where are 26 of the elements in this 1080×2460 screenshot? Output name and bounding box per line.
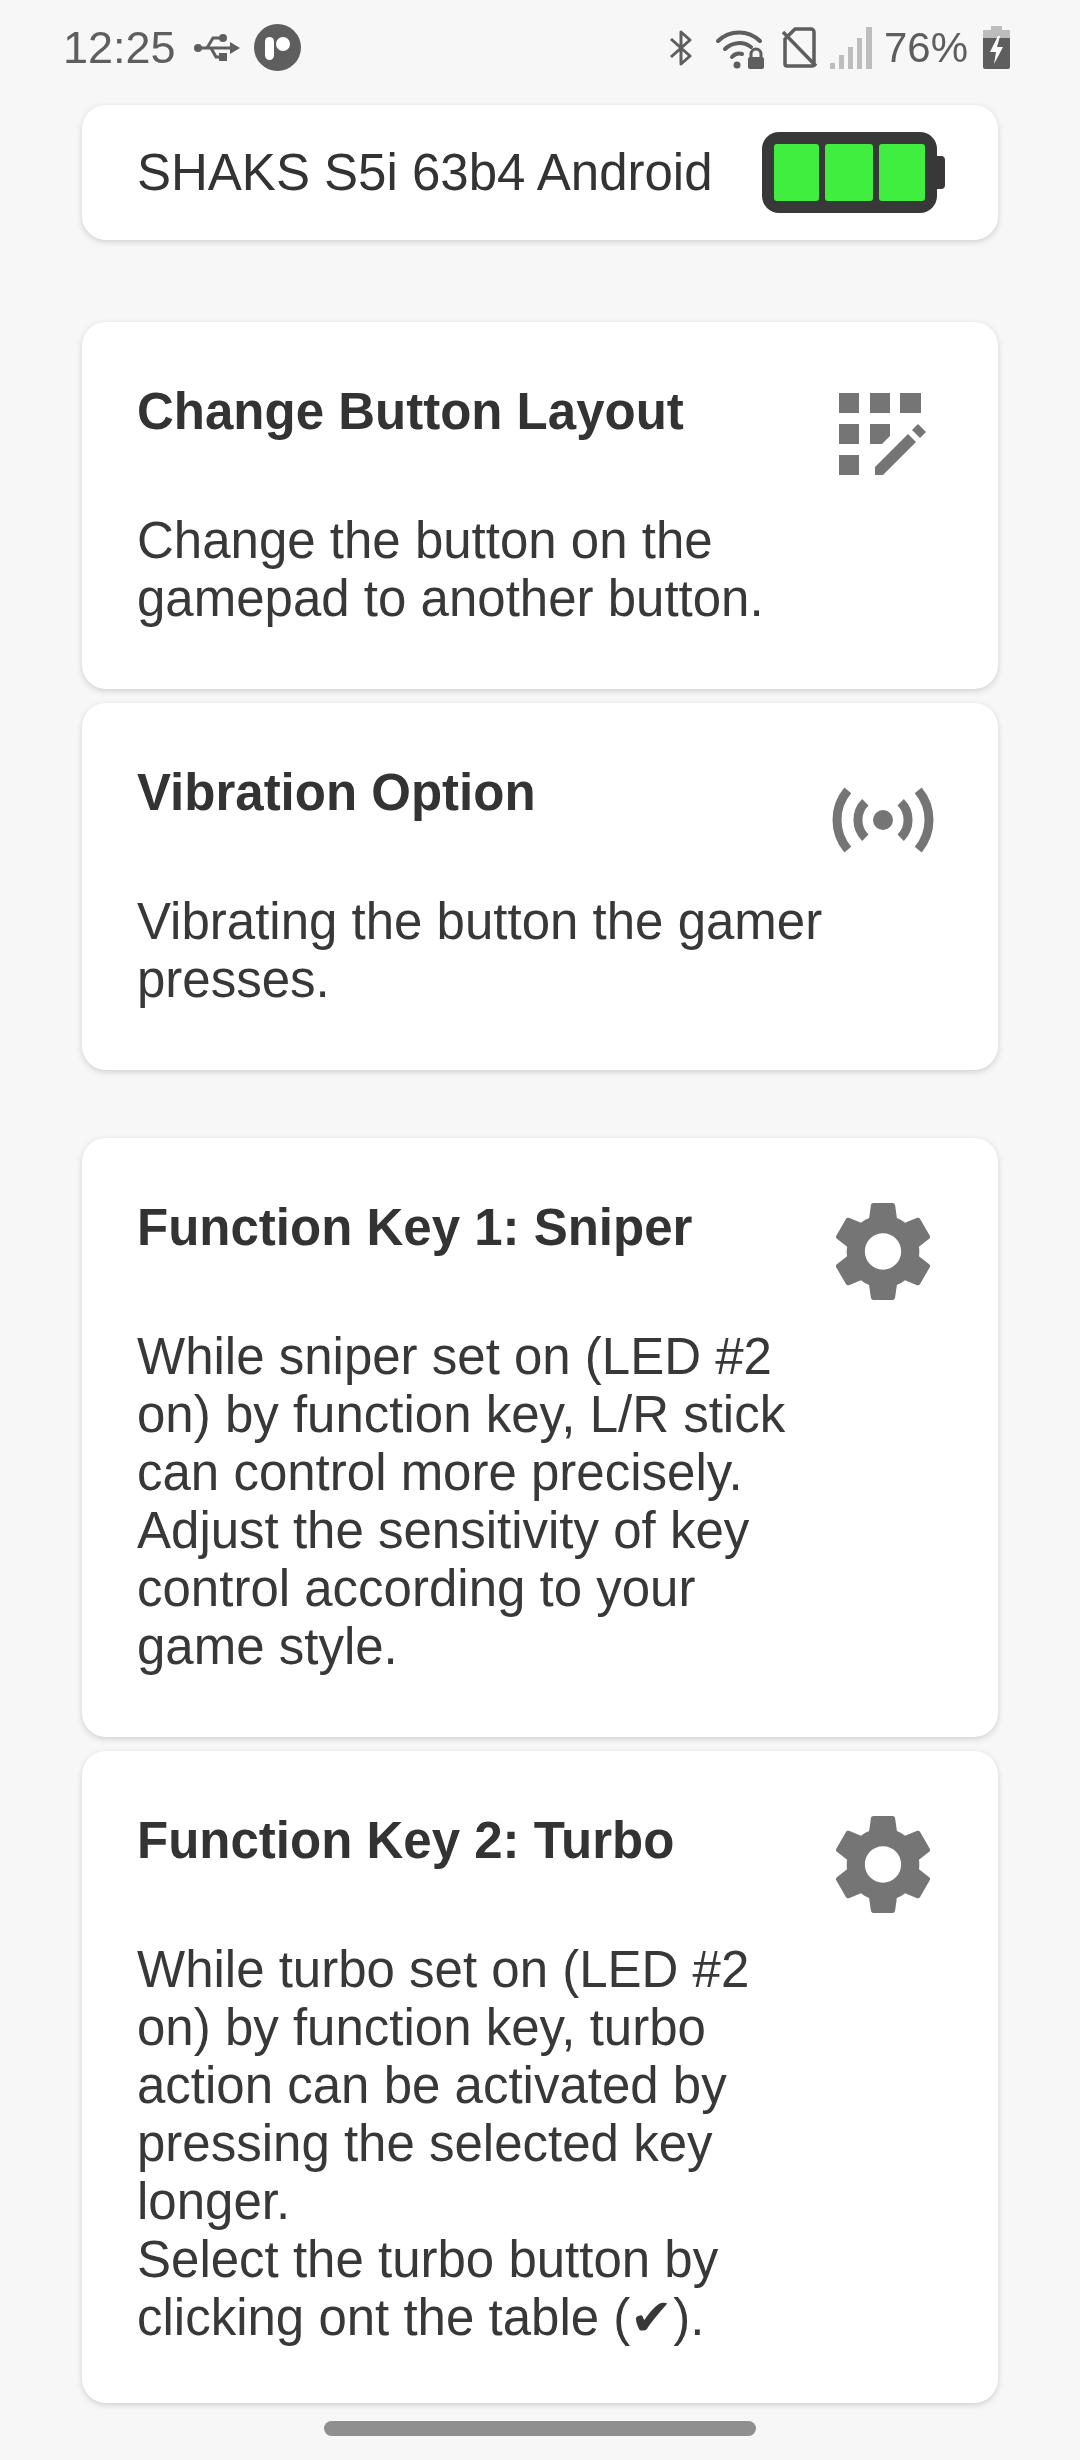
bluetooth-icon <box>667 29 694 66</box>
battery-icon <box>762 132 945 213</box>
grid-pencil-icon <box>838 393 927 475</box>
card-description: Change the button on the gamepad to another button. <box>137 512 765 628</box>
card-title: Function Key 2: Turbo <box>137 1812 676 1870</box>
feature-card[interactable]: Vibration Option Vibrating the button the gamer presses. <box>82 703 998 1070</box>
card-description: While turbo set on (LED #2 on) by function key, turbo action can be activated by pressing the selected key longer. Select the turbo button by clicking ont the table (✔). <box>137 1941 751 2347</box>
feature-card[interactable]: Function Key 1: Sniper While sniper set on (LED #2 on) by function key, L/R stick can control more precisely. Adjust the sensitivity of key control according to your game style. <box>82 1138 998 1737</box>
feature-card[interactable]: Change Button Layout Change the button on the gamepad to another button. <box>82 322 998 689</box>
battery-percent: 76% <box>883 26 968 69</box>
app-notification-icon <box>253 24 301 71</box>
status-time: 12:25 <box>63 25 176 70</box>
usb-icon <box>193 32 240 63</box>
card-title: Vibration Option <box>137 764 537 822</box>
card-title: Change Button Layout <box>137 383 685 441</box>
no-sim-icon <box>780 27 818 68</box>
card-description: Vibrating the button the gamer presses. <box>137 893 824 1009</box>
card-title: Function Key 1: Sniper <box>137 1199 694 1257</box>
card-description: While sniper set on (LED #2 on) by function key, L/R stick can control more precisely. Adjust the sensitivity of key control according to your game style. <box>137 1328 787 1676</box>
feature-card[interactable]: Function Key 2: Turbo While turbo set on (LED #2 on) by function key, turbo action can be activated by pressing the selected key longer. Select the turbo button by clicking ont the table (✔). <box>82 1751 998 2403</box>
battery-charging-icon <box>983 26 1010 69</box>
gear-icon <box>834 1203 931 1300</box>
gesture-handle[interactable] <box>324 2421 756 2436</box>
signal-icon <box>829 26 872 69</box>
gear-icon <box>834 1816 931 1913</box>
device-name: SHAKS S5i 63b4 Android <box>137 143 713 202</box>
